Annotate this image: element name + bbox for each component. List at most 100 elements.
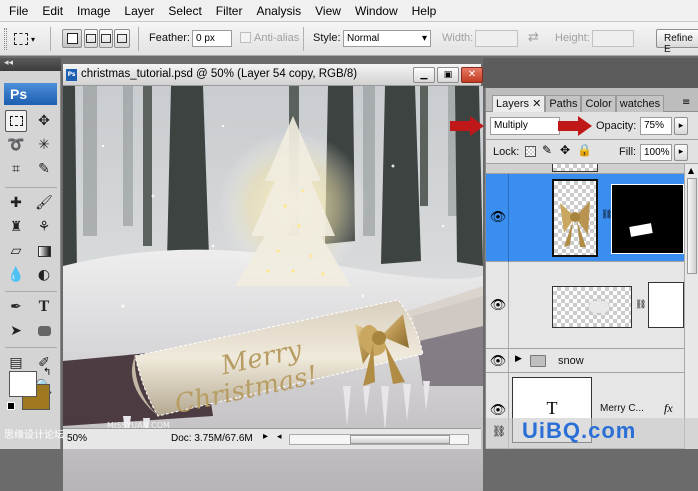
pen-tool[interactable]: ✒ <box>5 296 27 318</box>
close-tab-icon[interactable]: ✕ <box>532 98 541 110</box>
fx-badge[interactable]: fx <box>664 401 673 416</box>
antialias-checkbox[interactable] <box>240 32 251 43</box>
tab-paths[interactable]: Paths <box>545 95 582 112</box>
ps-logo[interactable]: Ps <box>4 83 57 105</box>
layer-row-selected[interactable]: 👁 ⛓ <box>486 174 684 262</box>
horizontal-scrollbar[interactable] <box>289 434 469 445</box>
divider <box>138 27 139 51</box>
lock-position-icon[interactable]: ✥ <box>560 143 570 157</box>
layer-row[interactable]: 👁 ⛓ <box>486 262 684 349</box>
menu-help[interactable]: Help <box>405 4 444 18</box>
layer-thumbnail[interactable] <box>552 179 598 257</box>
opacity-input[interactable]: 75% <box>640 117 672 135</box>
feather-input[interactable]: 0 px <box>192 30 232 47</box>
magic-wand-tool[interactable]: ✳ <box>33 134 55 156</box>
type-tool[interactable]: T <box>33 296 55 318</box>
layer-mask-thumbnail[interactable] <box>648 282 684 328</box>
toolbox-header[interactable]: ◂◂ <box>0 58 61 71</box>
healing-brush-tool[interactable]: ✚ <box>5 192 27 214</box>
eye-icon[interactable]: 👁 <box>489 208 507 226</box>
layer-thumbnail[interactable] <box>552 164 598 172</box>
shape-tool[interactable] <box>33 320 55 342</box>
lock-all-icon[interactable]: 🔒 <box>577 143 592 157</box>
menu-window[interactable]: Window <box>348 4 405 18</box>
expand-triangle-icon[interactable]: ▶ <box>515 354 522 364</box>
status-menu-arrow-icon[interactable]: ▸ <box>263 431 268 442</box>
marquee-preset-icon <box>14 33 28 45</box>
options-grip[interactable] <box>4 28 7 50</box>
move-tool[interactable]: ✥ <box>33 110 55 132</box>
swap-icon[interactable]: ⇄ <box>528 30 539 45</box>
rect-marquee-tool[interactable] <box>5 110 27 132</box>
eye-icon[interactable]: 👁 <box>489 401 507 419</box>
panel-tabs: Layers ✕ Paths Color watches <box>492 95 665 112</box>
clone-stamp-tool[interactable]: ♜ <box>5 216 27 238</box>
path-selection-tool[interactable]: ➤ <box>5 320 27 342</box>
collapse-icon[interactable]: ◂◂ <box>4 58 13 68</box>
layers-scrollbar[interactable]: ▲ <box>684 164 698 449</box>
scroll-up-icon[interactable]: ▲ <box>688 166 694 175</box>
fill-slider-button[interactable]: ▸ <box>674 144 688 161</box>
menu-filter[interactable]: Filter <box>209 4 250 18</box>
maximize-button[interactable]: ▣ <box>437 67 459 83</box>
refine-edge-button[interactable]: Refine E <box>656 29 698 55</box>
opacity-slider-button[interactable]: ▸ <box>674 117 688 135</box>
scroll-thumb[interactable] <box>350 435 450 444</box>
subtract-selection-button[interactable] <box>99 29 113 48</box>
tab-color[interactable]: Color <box>581 95 616 112</box>
foreground-color-swatch[interactable] <box>9 371 37 397</box>
eraser-tool[interactable]: ▱ <box>5 240 27 262</box>
intersect-selection-button[interactable] <box>114 29 130 48</box>
dodge-tool[interactable]: ◐ <box>33 264 55 286</box>
eyedropper-tool[interactable]: ✎ <box>33 158 55 180</box>
crop-tool[interactable]: ⌗ <box>5 158 27 180</box>
menu-image[interactable]: Image <box>70 4 117 18</box>
layer-row-partial[interactable] <box>486 164 684 174</box>
lasso-tool[interactable]: ➰ <box>5 134 27 156</box>
fill-input[interactable]: 100% <box>640 144 672 161</box>
blur-tool[interactable]: 💧 <box>5 264 27 286</box>
blend-mode-select[interactable]: Multiply <box>490 117 560 135</box>
scroll-left-icon[interactable]: ◂ <box>277 432 282 442</box>
add-to-selection-button[interactable] <box>84 29 98 48</box>
brush-tool[interactable]: 🖌 <box>33 192 55 214</box>
lock-transparency-icon[interactable] <box>525 146 536 157</box>
height-label: Height: <box>555 32 590 44</box>
tool-preset-picker[interactable]: ▾ <box>14 29 44 49</box>
default-colors-icon[interactable] <box>7 402 15 410</box>
doc-size-info[interactable]: Doc: 3.75M/67.6M <box>171 433 253 444</box>
document-titlebar[interactable]: Ps christmas_tutorial.psd @ 50% (Layer 5… <box>63 64 483 86</box>
menu-file[interactable]: File <box>2 4 35 18</box>
menu-edit[interactable]: Edit <box>35 4 70 18</box>
tab-swatches[interactable]: watches <box>615 95 665 112</box>
lasso-icon: ➰ <box>7 137 25 153</box>
layer-group-row[interactable]: 👁 ▶ snow <box>486 349 684 373</box>
history-brush-tool[interactable]: ⚘ <box>33 216 55 238</box>
tab-layers[interactable]: Layers ✕ <box>492 95 546 112</box>
swap-colors-icon[interactable]: ↰ <box>43 367 51 378</box>
menu-layer[interactable]: Layer <box>117 4 161 18</box>
width-input[interactable] <box>475 30 518 47</box>
zoom-level[interactable]: 50% <box>67 433 87 444</box>
close-button[interactable]: ✕ <box>461 67 483 83</box>
menu-analysis[interactable]: Analysis <box>249 4 308 18</box>
panel-menu-icon[interactable]: ≡ <box>682 97 690 108</box>
scroll-thumb[interactable] <box>687 178 697 274</box>
height-input[interactable] <box>592 30 634 47</box>
divider <box>50 27 51 51</box>
link-layers-icon[interactable]: ⛓ <box>492 425 506 438</box>
chain-link-icon[interactable]: ⛓ <box>635 300 646 310</box>
style-select[interactable]: Normal ▾ <box>343 30 431 47</box>
style-value: Normal <box>347 33 380 44</box>
minimize-button[interactable]: ▁ <box>413 67 435 83</box>
menu-select[interactable]: Select <box>161 4 208 18</box>
watermark-text: 思缘设计论坛 <box>4 430 64 441</box>
layer-thumbnail[interactable] <box>552 286 632 328</box>
lock-pixels-icon[interactable]: ✎ <box>542 143 552 157</box>
new-selection-button[interactable] <box>62 29 82 48</box>
layer-mask-thumbnail[interactable] <box>611 184 684 254</box>
menu-view[interactable]: View <box>308 4 348 18</box>
eye-icon[interactable]: 👁 <box>489 296 507 314</box>
gradient-tool[interactable] <box>33 240 55 262</box>
eye-icon[interactable]: 👁 <box>489 352 507 370</box>
